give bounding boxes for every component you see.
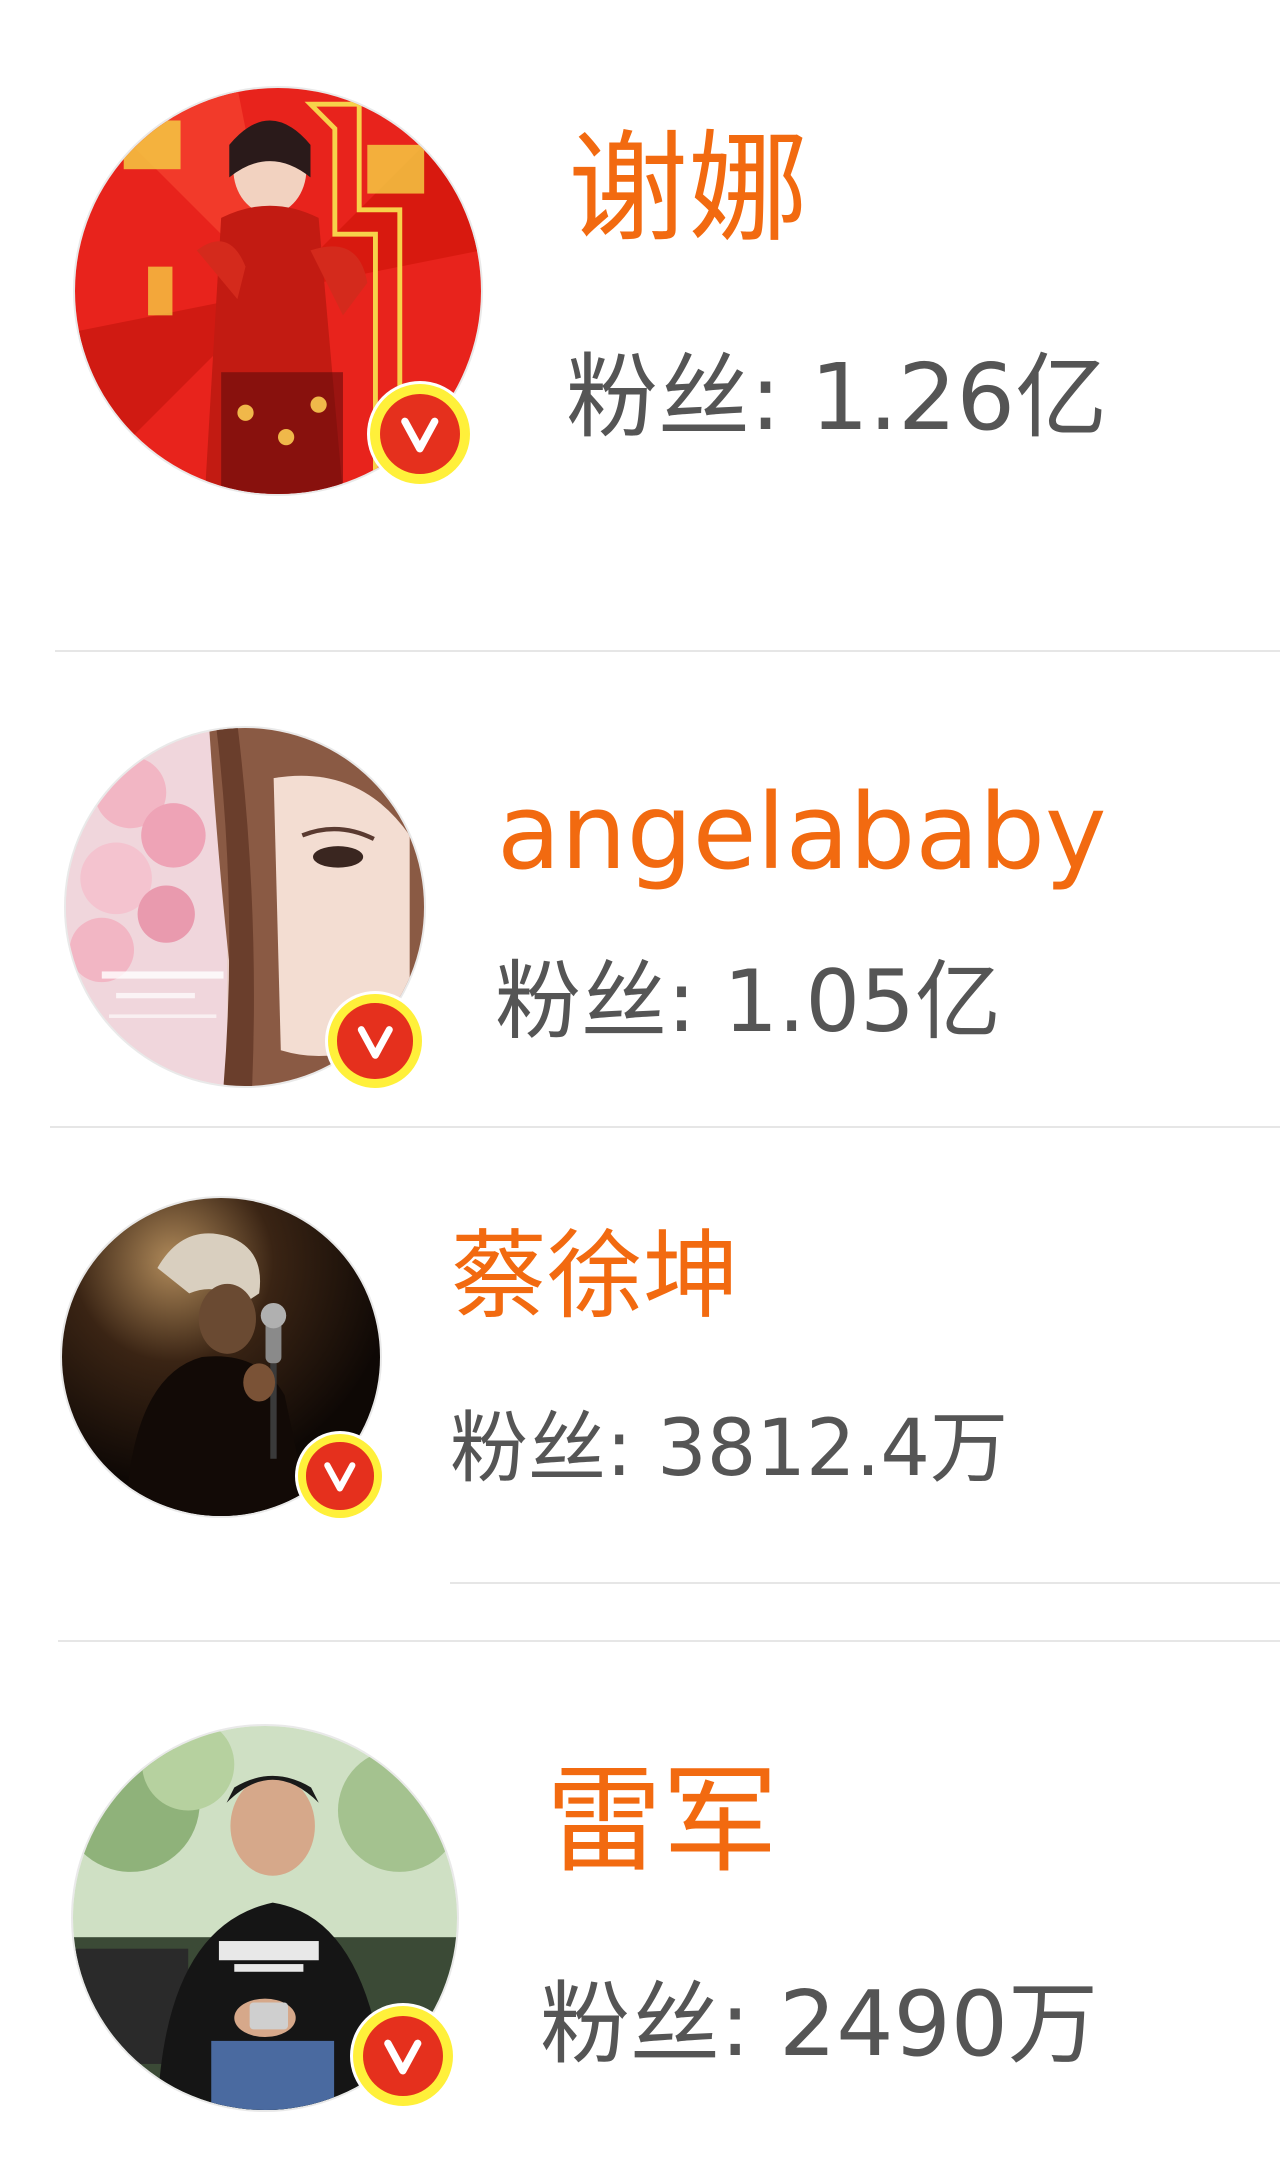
fans-label: 粉丝:	[495, 952, 696, 1052]
fans-count: 粉丝: 2490万	[540, 1980, 1098, 2070]
user-name[interactable]: 谢娜	[568, 130, 808, 250]
user-name[interactable]: angelababy	[497, 780, 1107, 884]
user-name[interactable]: 雷军	[546, 1764, 778, 1880]
verified-badge-icon	[353, 2006, 453, 2106]
verified-badge-icon	[328, 994, 422, 1088]
avatar[interactable]	[66, 728, 424, 1088]
fans-label: 粉丝:	[450, 1404, 633, 1494]
fans-count: 粉丝: 1.05亿	[495, 959, 1001, 1045]
user-list: 谢娜 粉丝: 1.26亿 angelababy 粉丝: 1.05亿 蔡徐坤 粉丝…	[0, 0, 1280, 2177]
list-item[interactable]: 谢娜 粉丝: 1.26亿	[0, 0, 1280, 650]
fans-value: 1.26亿	[810, 344, 1108, 451]
fans-label: 粉丝:	[540, 1972, 751, 2077]
fans-value: 1.05亿	[723, 952, 1001, 1052]
avatar[interactable]	[62, 1198, 382, 1518]
avatar[interactable]	[75, 88, 481, 494]
fans-count: 粉丝: 1.26亿	[566, 352, 1107, 444]
fans-label: 粉丝:	[566, 344, 781, 451]
verified-badge-icon	[298, 1434, 382, 1518]
fans-value: 3812.4万	[657, 1404, 1009, 1494]
list-item[interactable]: angelababy 粉丝: 1.05亿	[0, 652, 1280, 1126]
fans-value: 2490万	[778, 1972, 1098, 2077]
list-item[interactable]: 雷军 粉丝: 2490万	[0, 1642, 1280, 2177]
verified-badge-icon	[370, 384, 470, 484]
user-name[interactable]: 蔡徐坤	[451, 1228, 739, 1324]
avatar[interactable]	[73, 1726, 457, 2110]
list-item[interactable]: 蔡徐坤 粉丝: 3812.4万	[0, 1128, 1280, 1584]
fans-count: 粉丝: 3812.4万	[450, 1410, 1008, 1488]
divider	[450, 1582, 1280, 1584]
